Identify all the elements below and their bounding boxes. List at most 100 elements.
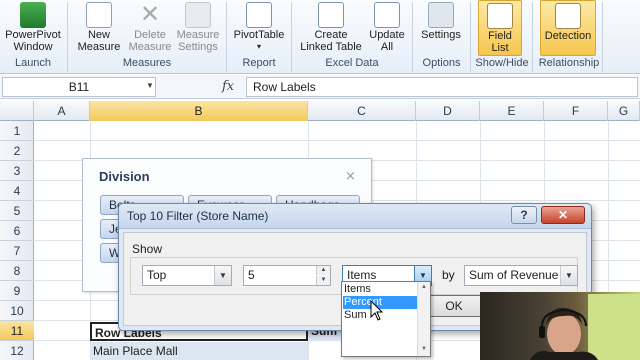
- ribbon: PowerPivot Window New Measure ✕ Delete M…: [0, 0, 640, 74]
- name-box[interactable]: B11: [2, 77, 156, 97]
- button-label: Linked Table: [300, 41, 362, 53]
- button-label: Delete: [134, 29, 166, 41]
- update-all-icon: [374, 2, 400, 28]
- dialog-titlebar[interactable]: Top 10 Filter (Store Name) ? ✕: [119, 204, 591, 229]
- button-label: Create: [314, 29, 348, 41]
- button-label: Window: [13, 41, 53, 53]
- column-header[interactable]: B: [90, 101, 308, 121]
- button-label: PowerPivot: [5, 29, 61, 41]
- button-label: Settings: [178, 41, 218, 53]
- column-header[interactable]: A: [34, 101, 90, 121]
- field-list-icon: [487, 3, 513, 29]
- row-header[interactable]: 3: [0, 161, 34, 181]
- insert-function-icon[interactable]: fx: [222, 77, 242, 97]
- chevron-down-icon[interactable]: ▼: [560, 266, 577, 285]
- close-button[interactable]: ✕: [541, 206, 585, 224]
- row-header[interactable]: 5: [0, 201, 34, 221]
- new-measure-icon: [86, 2, 112, 28]
- button-label: Settings: [421, 29, 461, 41]
- row-header[interactable]: 6: [0, 221, 34, 241]
- group-label-options: Options: [422, 57, 461, 69]
- group-label-measures: Measures: [122, 57, 172, 69]
- group-label-show-hide: Show/Hide: [475, 57, 529, 69]
- select-all-corner[interactable]: [0, 101, 34, 121]
- top-bottom-select[interactable]: Top ▼: [142, 265, 232, 286]
- delete-measure-button[interactable]: ✕ Delete Measure: [126, 0, 174, 56]
- create-linked-table-icon: [318, 2, 344, 28]
- field-list-button[interactable]: Field List: [478, 0, 522, 56]
- by-field-select[interactable]: Sum of Revenue ▼: [464, 265, 578, 286]
- detection-button[interactable]: Detection: [540, 0, 596, 56]
- button-label: Detection: [544, 30, 592, 42]
- spin-up-icon[interactable]: ▲: [316, 266, 330, 275]
- create-linked-table-button[interactable]: Create Linked Table: [296, 0, 366, 56]
- dialog-title: Top 10 Filter (Store Name): [127, 209, 269, 223]
- column-header[interactable]: F: [544, 101, 608, 121]
- mouse-cursor-icon: [370, 300, 384, 321]
- powerpivot-window-icon: [20, 2, 46, 28]
- button-label: Measure: [176, 29, 220, 41]
- row-header[interactable]: 7: [0, 241, 34, 261]
- row-header[interactable]: 9: [0, 281, 34, 301]
- column-header[interactable]: E: [480, 101, 544, 121]
- spinner-value: 5: [248, 268, 255, 282]
- scroll-down-icon[interactable]: ▼: [421, 346, 427, 352]
- show-label: Show: [132, 242, 163, 256]
- update-all-button[interactable]: Update All: [366, 0, 408, 56]
- formula-input[interactable]: Row Labels: [246, 77, 638, 97]
- webcam-overlay: [480, 292, 640, 360]
- button-label: Update: [369, 29, 405, 41]
- measure-settings-button[interactable]: Measure Settings: [174, 0, 222, 56]
- slicer-title: Division: [99, 169, 150, 184]
- row-header[interactable]: 8: [0, 261, 34, 281]
- settings-icon: [428, 2, 454, 28]
- presenter-image: [530, 294, 640, 360]
- help-button[interactable]: ?: [511, 206, 537, 224]
- clear-filter-icon[interactable]: ⨯: [345, 168, 356, 184]
- pivottable-button[interactable]: PivotTable ▾: [231, 0, 287, 56]
- detection-icon: [555, 3, 581, 29]
- group-label-relationship: Relationship: [538, 57, 600, 69]
- column-header[interactable]: D: [416, 101, 480, 121]
- formula-bar: B11 ▼ fx Row Labels: [0, 75, 640, 99]
- row-header[interactable]: 2: [0, 141, 34, 161]
- button-label: Field: [488, 30, 512, 42]
- delete-measure-icon: ✕: [139, 1, 161, 28]
- powerpivot-window-button[interactable]: PowerPivot Window: [2, 0, 64, 56]
- column-header[interactable]: G: [608, 101, 640, 121]
- button-label: New: [87, 29, 110, 41]
- group-label-excel-data: Excel Data: [325, 57, 379, 69]
- column-headers: A B C D E F G: [0, 101, 640, 121]
- row-header[interactable]: 12: [0, 341, 34, 360]
- select-value: Top: [147, 268, 167, 282]
- pivottable-icon: [246, 2, 272, 28]
- chevron-down-icon[interactable]: ▼: [214, 266, 231, 285]
- row-headers: 1 2 3 4 5 6 7 8 9 10 11 12: [0, 121, 34, 360]
- new-measure-button[interactable]: New Measure: [72, 0, 126, 56]
- pivot-row-item[interactable]: Main Place Mall: [90, 342, 308, 360]
- dropdown-option-items[interactable]: Items: [343, 283, 417, 296]
- row-header[interactable]: 10: [0, 301, 34, 321]
- chevron-down-icon[interactable]: ▼: [146, 81, 154, 90]
- dropdown-scrollbar[interactable]: ▲ ▼: [417, 282, 430, 356]
- button-label: All: [380, 41, 394, 53]
- chevron-down-icon: ▾: [256, 42, 261, 51]
- spin-down-icon[interactable]: ▼: [316, 276, 330, 285]
- row-header[interactable]: 4: [0, 181, 34, 201]
- measure-settings-icon: [185, 2, 211, 28]
- select-value: Items: [347, 268, 377, 282]
- button-label: Measure: [77, 41, 121, 53]
- row-header[interactable]: 11: [0, 321, 34, 341]
- column-header[interactable]: C: [308, 101, 416, 121]
- by-label: by: [442, 268, 455, 282]
- count-spinner[interactable]: 5 ▲ ▼: [243, 265, 331, 286]
- unit-dropdown-list[interactable]: Items Percent Sum ▲ ▼: [341, 281, 431, 357]
- row-header[interactable]: 1: [0, 121, 34, 141]
- group-label-launch: Launch: [14, 57, 52, 69]
- settings-button[interactable]: Settings: [416, 0, 466, 56]
- button-label: PivotTable: [233, 29, 285, 41]
- group-label-report: Report: [242, 57, 276, 69]
- scroll-up-icon[interactable]: ▲: [421, 284, 427, 290]
- button-label: Measure: [128, 41, 172, 53]
- select-value: Sum of Revenue: [469, 268, 559, 282]
